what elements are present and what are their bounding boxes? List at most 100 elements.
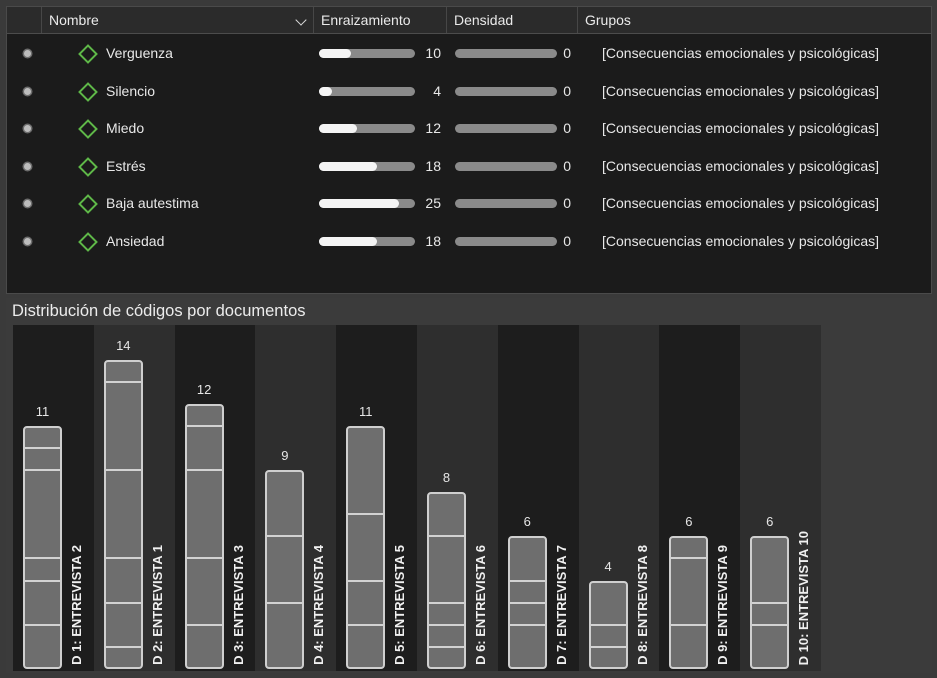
chart-bar-segment-divider (348, 623, 384, 626)
chart-bar-segment-divider (509, 601, 545, 604)
chart-bar-segment-divider (267, 535, 303, 538)
chart-bar[interactable] (23, 425, 62, 669)
chart-bar[interactable] (346, 425, 386, 669)
chart-column: 6 D 10: ENTREVISTA 10 (740, 325, 821, 671)
chart-bar-segment-divider (25, 446, 60, 449)
chart-bar-segment-divider (348, 513, 384, 516)
chart-bar[interactable] (750, 536, 790, 669)
chart-bar[interactable] (265, 470, 305, 669)
chart-panel: Distribución de códigos por documentos 1… (6, 298, 932, 673)
chart-bar-value: 6 (685, 514, 693, 530)
grupos-value: [Consecuencias emocionales y psicológica… (602, 120, 880, 136)
codes-table: Nombre Enraizamiento Densidad Grupos Ver… (6, 6, 932, 294)
chart-title: Distribución de códigos por documentos (12, 302, 306, 320)
densidad-value: 0 (563, 120, 571, 136)
table-row[interactable]: Ansiedad 18 0 [Consecuencias emocionales y … (7, 223, 931, 260)
code-name: Miedo (106, 120, 145, 136)
chart-bar-segment-divider (752, 623, 788, 626)
enraizamiento-bar (319, 49, 415, 58)
code-dot-icon (24, 200, 31, 207)
enraizamiento-bar-fill (319, 161, 377, 171)
header-densidad[interactable]: Densidad (446, 7, 577, 33)
chart-bar-segment-divider (186, 424, 222, 427)
chart-bar-segment-divider (671, 623, 707, 626)
chart-column: 12 D 3: ENTREVISTA 3 (174, 325, 256, 671)
chart-bar-segment-divider (752, 601, 788, 604)
table-row[interactable]: Miedo 12 0 [Consecuencias emocionales y psi… (7, 110, 931, 147)
chart-bar-segment-divider (25, 579, 60, 582)
chart-bar-segment-divider (509, 623, 545, 626)
enraizamiento-bar (319, 199, 415, 208)
chart-bar-segment-divider (590, 623, 626, 626)
chart-category-label: D 2: ENTREVISTA 1 (149, 545, 165, 665)
enraizamiento-value: 18 (425, 157, 441, 174)
chart-category-label: D 8: ENTREVISTA 8 (634, 545, 650, 665)
header-grupos[interactable]: Grupos (577, 7, 931, 33)
chart-bar-value: 8 (442, 470, 451, 486)
chart-bar[interactable] (669, 536, 709, 669)
chart-bar-segment-divider (105, 380, 141, 383)
chart-bar-value: 11 (358, 403, 373, 419)
green-diamond-icon (78, 119, 98, 139)
densidad-bar (455, 86, 557, 96)
densidad-value: 0 (563, 157, 571, 174)
chart-bar[interactable] (427, 492, 466, 669)
chart-bar-segment-divider (429, 601, 464, 604)
chart-bar[interactable] (507, 536, 547, 669)
grupos-value: [Consecuencias emocionales y psicológica… (602, 157, 880, 174)
chart-bar-value: 9 (281, 448, 289, 464)
chart-bar-segment-divider (25, 623, 60, 626)
chart-bar-segment-divider (429, 535, 464, 538)
code-dot-icon (24, 87, 31, 95)
green-diamond-icon (78, 156, 98, 177)
chart-bar[interactable] (588, 580, 628, 669)
densidad-value: 0 (563, 45, 571, 61)
header-grupos-label: Grupos (585, 12, 631, 28)
densidad-bar (455, 161, 557, 171)
chart-bar-segment-divider (267, 601, 303, 604)
chart-bar-value: 11 (35, 403, 50, 419)
code-dot-icon (24, 237, 31, 245)
code-name: Silencio (106, 82, 156, 99)
chart-bar-segment-divider (348, 579, 384, 582)
grupos-value: [Consecuencias emocionales y psicológica… (602, 232, 880, 249)
chart-bar-segment-divider (105, 469, 141, 472)
chart-bar-segment-divider (509, 579, 545, 582)
table-row[interactable]: Verguenza 10 0 [Consecuencias emocionales y… (7, 35, 931, 72)
chart-category-label: D 5: ENTREVISTA 5 (392, 545, 408, 665)
header-nombre-label: Nombre (49, 12, 99, 28)
header-enraizamiento[interactable]: Enraizamiento (313, 7, 446, 33)
table-row[interactable]: Estrés 18 0 [Consecuencias emocionales y ps… (7, 148, 931, 185)
code-name: Ansiedad (106, 232, 165, 249)
chart-bar-value: 12 (196, 381, 212, 397)
code-name: Estrés (106, 157, 146, 174)
header-nombre[interactable]: Nombre (41, 7, 313, 33)
chart-bar-value: 14 (116, 337, 131, 353)
chart-bar-value: 4 (604, 558, 612, 574)
enraizamiento-bar (319, 161, 415, 171)
densidad-value: 0 (563, 195, 571, 211)
chart-bar-value: 6 (523, 514, 531, 530)
chart-bar-segment-divider (186, 623, 222, 626)
code-dot-icon (24, 162, 31, 170)
table-header: Nombre Enraizamiento Densidad Grupos (7, 7, 931, 34)
chart-column: 6 D 9: ENTREVISTA 9 (659, 325, 741, 671)
enraizamiento-bar-fill (319, 124, 358, 133)
enraizamiento-value: 12 (425, 120, 441, 136)
enraizamiento-value: 4 (433, 82, 441, 99)
enraizamiento-bar (319, 236, 415, 246)
enraizamiento-bar (319, 124, 415, 133)
grupos-value: [Consecuencias emocionales y psicológica… (602, 45, 880, 61)
table-row[interactable]: Silencio 4 0 [Consecuencias emocionales y p… (7, 73, 931, 110)
chart-column: 14 D 2: ENTREVISTA 1 (93, 325, 175, 671)
chart-bar[interactable] (184, 403, 224, 669)
chart-bar[interactable] (103, 359, 143, 669)
chevron-down-icon[interactable] (295, 14, 307, 26)
green-diamond-icon (78, 81, 98, 102)
densidad-bar (455, 199, 557, 208)
densidad-bar (455, 236, 557, 246)
densidad-value: 0 (563, 82, 571, 99)
chart-category-label: D 10: ENTREVISTA 10 (796, 530, 812, 665)
table-row[interactable]: Baja autestima 25 0 [Consecuencias emociona… (7, 185, 931, 222)
grupos-value: [Consecuencias emocionales y psicológica… (602, 82, 880, 99)
